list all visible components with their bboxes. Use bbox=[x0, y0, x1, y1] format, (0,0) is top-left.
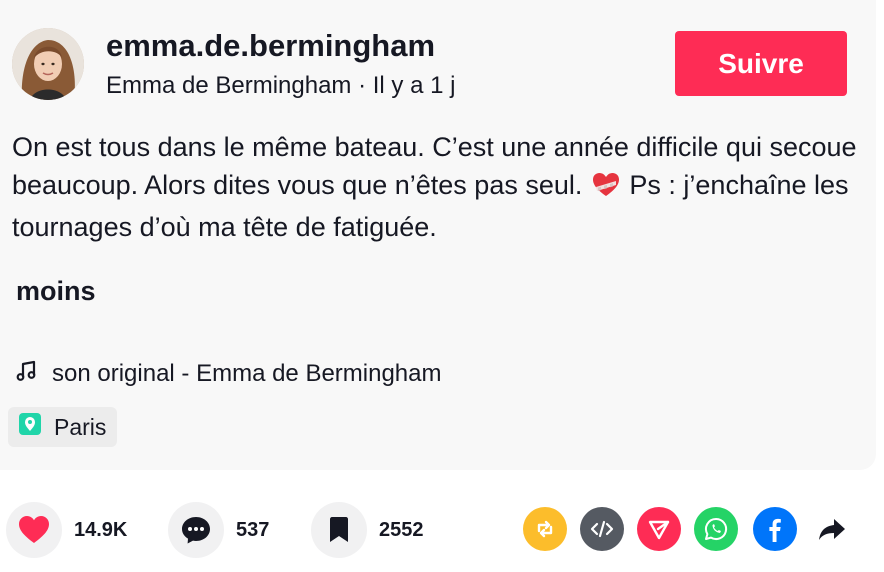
comment-action: 537 bbox=[168, 500, 269, 560]
comment-button[interactable] bbox=[168, 502, 224, 558]
post-card: emma.de.bermingham Emma de Bermingham · … bbox=[0, 0, 876, 470]
post-time: Il y a 1 j bbox=[372, 72, 456, 99]
avatar-image bbox=[12, 28, 84, 100]
location-pin-icon bbox=[18, 412, 42, 442]
meta-separator: · bbox=[351, 72, 373, 99]
send-icon[interactable] bbox=[637, 507, 681, 551]
facebook-icon[interactable] bbox=[753, 507, 797, 551]
embed-icon[interactable] bbox=[580, 507, 624, 551]
author-username[interactable]: emma.de.bermingham bbox=[106, 28, 435, 64]
like-button[interactable] bbox=[6, 502, 62, 558]
save-button[interactable] bbox=[311, 502, 367, 558]
action-bar: 14.9K 537 2552 bbox=[0, 500, 884, 560]
follow-button[interactable]: Suivre bbox=[675, 31, 847, 96]
mending-heart-icon bbox=[592, 170, 620, 208]
bookmark-icon bbox=[330, 517, 348, 542]
share-arrow-icon[interactable] bbox=[810, 507, 854, 551]
comment-icon bbox=[182, 517, 210, 544]
music-label: son original - Emma de Bermingham bbox=[52, 360, 442, 387]
like-count: 14.9K bbox=[74, 518, 128, 541]
save-action: 2552 bbox=[311, 500, 424, 560]
save-count: 2552 bbox=[379, 518, 424, 541]
location-tag[interactable]: Paris bbox=[8, 407, 117, 447]
author-display-name[interactable]: Emma de Bermingham bbox=[106, 72, 351, 99]
whatsapp-icon[interactable] bbox=[694, 507, 738, 551]
avatar[interactable] bbox=[12, 28, 84, 100]
show-less-button[interactable]: moins bbox=[16, 276, 96, 307]
music-note-icon bbox=[14, 359, 38, 390]
music-link[interactable]: son original - Emma de Bermingham bbox=[14, 358, 442, 390]
post-caption: On est tous dans le même bateau. C’est u… bbox=[12, 128, 862, 246]
repost-icon[interactable] bbox=[523, 507, 567, 551]
heart-icon bbox=[19, 516, 49, 543]
comment-count: 537 bbox=[236, 518, 270, 541]
location-label: Paris bbox=[54, 413, 107, 440]
author-meta: Emma de Bermingham · Il y a 1 j bbox=[106, 72, 455, 100]
like-action: 14.9K bbox=[6, 500, 127, 560]
